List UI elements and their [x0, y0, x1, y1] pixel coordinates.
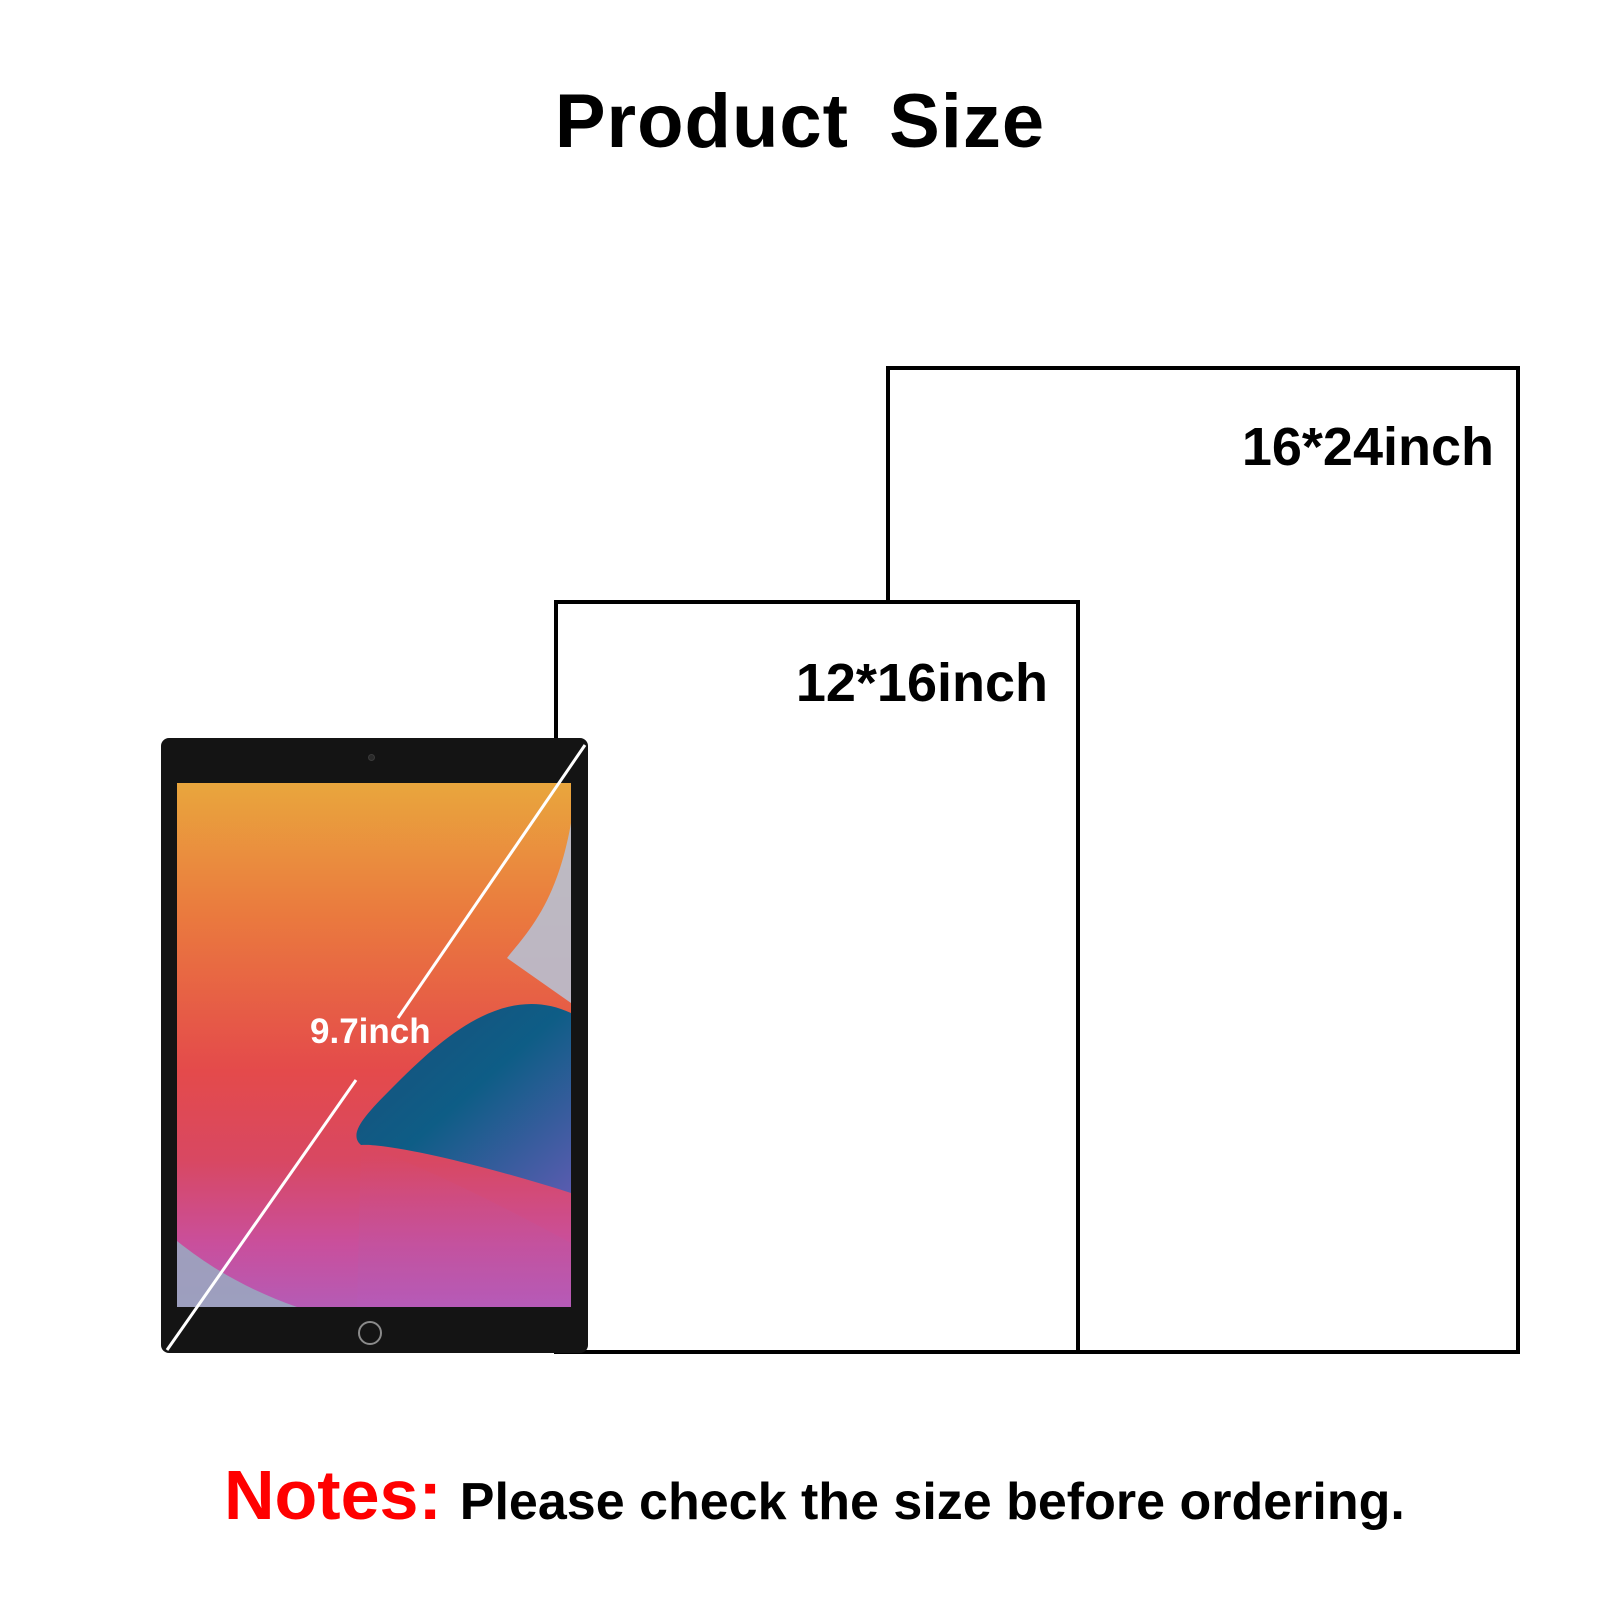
notes-line: Notes: Please check the size before order… — [224, 1460, 1405, 1530]
notes-prefix: Notes: — [224, 1456, 442, 1534]
size-label-12x16: 12*16inch — [795, 653, 1048, 713]
size-label-16x24: 16*24inch — [1241, 417, 1494, 477]
tablet-camera — [368, 754, 375, 761]
page-title: Product Size — [554, 79, 1046, 164]
notes-text: Please check the size before ordering. — [459, 1473, 1405, 1531]
diagonal-size-label: 9.7inch — [310, 1012, 431, 1051]
size-frame-12x16: 12*16inch — [554, 600, 1080, 1354]
home-button — [358, 1321, 382, 1345]
